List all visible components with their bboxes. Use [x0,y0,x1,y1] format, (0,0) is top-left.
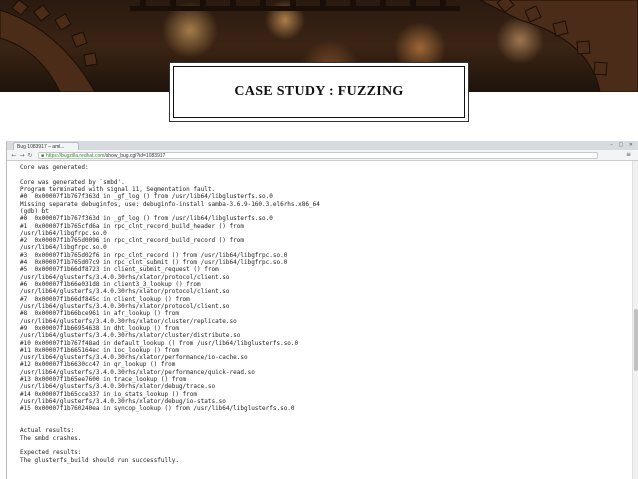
report-line: #7 0x00007f1b66df845c in client_lookup (… [20,295,190,303]
report-line: Actual results: [20,427,75,435]
sprocket-row [130,0,460,11]
report-line: #13 0x00007f1b65ee7600 in trace_lookup (… [20,376,187,384]
report-line: Missing separate debuginfos, use: debugi… [20,200,320,208]
report-line: #0 0x00007f1b767f363d in _gf_log () from… [20,215,273,223]
report-line: #11 0x00007f1b665164ec in ioc_lookup () … [20,346,179,354]
crash-report-text: Core was generated: Core was generated b… [20,164,320,464]
address-bar[interactable]: ■ https://bugzilla.redhat.com/show_bug.cg… [38,151,598,159]
report-line: The smbd crashes. [20,434,82,442]
report-line: /usr/lib64/glusterfs/3.4.0.30rhs/xlator/… [20,288,230,296]
report-line: /usr/lib64/glusterfs/3.4.0.30rhs/xlator/… [20,332,241,340]
forward-arrow-icon[interactable]: → [18,152,26,159]
report-line: #14 0x00007f1b65cce337 in io_stats_looku… [20,390,198,398]
reload-icon[interactable]: ↻ [26,152,34,159]
report-line: /usr/lib64/glusterfs/3.4.0.30rhs/xlator/… [20,302,230,310]
browser-toolbar: ← → ↻ ■ https://bugzilla.redhat.com/show_… [7,150,638,161]
report-line: #5 0x00007f1b66df8723 in client_submit_r… [20,266,219,274]
lock-icon: ■ [41,152,45,159]
report-line: #3 0x00007f1b765d02f6 in rpc_clnt_record… [20,251,288,259]
left-gear-shape [0,0,98,92]
report-line: #9 0x00007f1b66954638 in dht_lookup () f… [20,324,179,332]
scrollbar-thumb[interactable] [634,309,638,371]
back-arrow-icon[interactable]: ← [10,152,18,159]
report-line: #4 0x00007f1b765d07c9 in rpc_clnt_submit… [20,259,288,267]
tab-strip: Bug 1083917 – aml... – □ ✕ [7,141,638,150]
report-line: /usr/lib64/glusterfs/3.4.0.30rhs/xlator/… [20,273,230,281]
report-line: Program terminated with signal 11, Segme… [20,185,216,193]
title-box: CASE STUDY : FUZZING [173,66,465,118]
report-line: Core was generated by `smbd'. [20,178,125,186]
report-line: Core was generated: [20,164,89,171]
report-line: #1 0x00007f1b765cfd6a in rpc_clnt_record… [20,222,244,230]
window-controls[interactable]: – □ ✕ [610,142,635,148]
report-line: Expected results: [20,449,82,457]
report-line: #15 0x00007f1b760240ea in syncop_lookup … [20,405,295,413]
report-line: #6 0x00007f1b66e031d8 in client3_3_looku… [20,281,201,288]
report-line: /usr/lib64/glusterfs/3.4.0.30rhs/xlator/… [20,354,248,362]
report-line: /usr/lib64/libgfrpc.so.0 [20,244,107,252]
report-line: (gdb) bt [20,207,49,215]
right-gear-shape [479,0,638,92]
report-line: /usr/lib64/glusterfs/3.4.0.30rhs/xlator/… [20,383,216,391]
report-line: /usr/lib64/glusterfs/3.4.0.30rhs/xlator/… [20,317,237,325]
browser-tab[interactable]: Bug 1083917 – aml... [13,142,79,150]
report-line: #10 0x00007f1b767f48ad in default_lookup… [20,339,299,347]
url-path: /show_bug.cgi?id=1083917 [104,152,166,159]
report-line: /usr/lib64/glusterfs/3.4.0.30rhs/xlator/… [20,398,226,405]
report-line: #8 0x00007f1b66bce961 in afr_lookup () f… [20,310,179,318]
report-line: /usr/lib64/glusterfs/3.4.0.30rhs/xlator/… [20,368,255,376]
slide: CASE STUDY : FUZZING Bug 1083917 – aml..… [0,0,638,479]
report-line: /usr/lib64/libgfrpc.so.0 [20,229,107,237]
url-host: https://bugzilla.redhat.com [46,152,105,159]
report-line: #0 0x00007f1b767f363d in _gf_log () from… [20,193,273,201]
browser-screenshot: Bug 1083917 – aml... – □ ✕ ← → ↻ ■ https:… [6,141,638,479]
report-line: The glusterfs_build should run successfu… [20,456,179,464]
slide-title: CASE STUDY : FUZZING [234,84,404,99]
report-line: #2 0x00007f1b765d0096 in rpc_clnt_record… [20,237,244,245]
report-line: #12 0x00007f1b6630cc47 in qr_lookup () f… [20,361,176,369]
page-scrollbar[interactable] [632,161,638,479]
menu-icon[interactable]: ≡ [626,151,631,158]
bug-report-content: Core was generated: Core was generated b… [7,161,638,479]
